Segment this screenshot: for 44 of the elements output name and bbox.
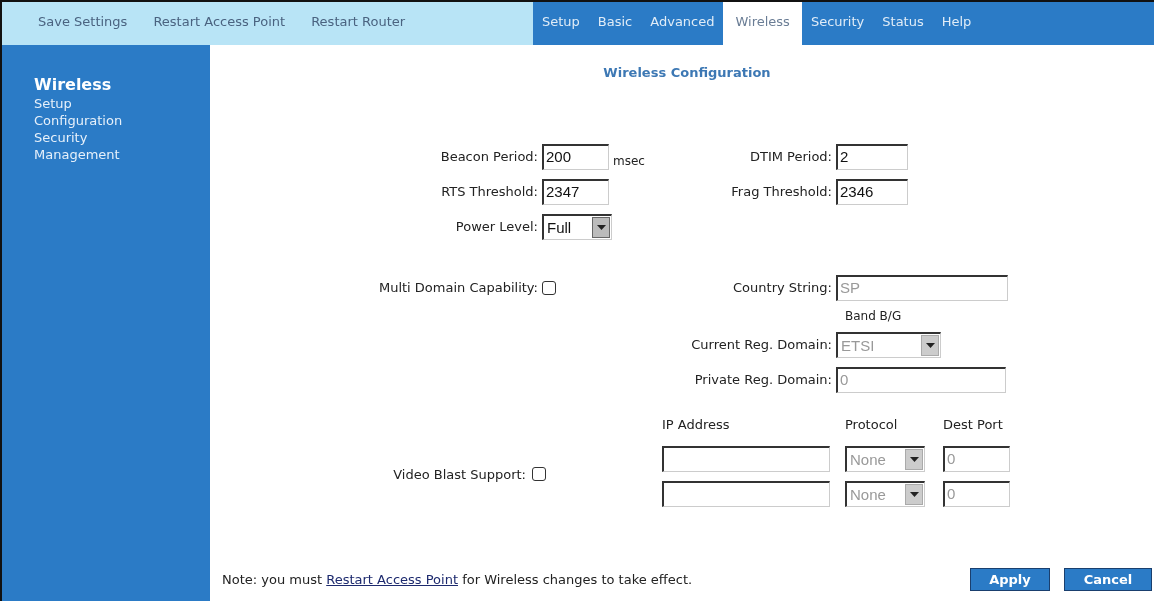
text-field[interactable]: [662, 481, 830, 507]
nav-link[interactable]: Restart Access Point: [145, 2, 304, 45]
field-label: Video Blast Support:: [393, 466, 526, 482]
sidebar-heading: Wireless: [34, 75, 113, 94]
dropdown[interactable]: Full: [542, 213, 612, 240]
field-label: Frag Threshold:: [731, 184, 832, 199]
sidebar-item[interactable]: Setup: [34, 95, 210, 112]
nav-tab[interactable]: Advanced: [641, 2, 724, 45]
field-label: Private Reg. Domain:: [694, 372, 832, 387]
field-label: RTS Threshold:: [441, 184, 538, 199]
cancel-button[interactable]: Cancel: [1064, 568, 1152, 591]
note-text: Note: you must Restart Access Point for Wireless changes to take effect.: [222, 572, 693, 587]
restart-link[interactable]: Restart Access Point: [326, 572, 458, 587]
unit-label: msec: [613, 153, 645, 168]
nav-link[interactable]: Restart Router: [303, 2, 424, 45]
text-field[interactable]: 2347: [542, 178, 609, 205]
band-label: Band B/G: [845, 309, 903, 325]
column-header: IP Address: [662, 417, 731, 434]
nav-tab[interactable]: Basic: [588, 2, 642, 45]
column-header: Dest Port: [943, 417, 1004, 434]
nav-tab[interactable]: Help: [932, 2, 981, 45]
field-label: DTIM Period:: [749, 149, 832, 164]
sidebar-item[interactable]: Management: [34, 146, 210, 163]
text-field[interactable]: 2346: [836, 178, 908, 205]
nav-link[interactable]: Save Settings: [30, 2, 146, 45]
page-title: Wireless Configuration: [603, 65, 771, 80]
field-label: Country String:: [733, 280, 832, 295]
nav-tab[interactable]: Status: [873, 2, 933, 45]
text-field[interactable]: 200: [542, 143, 609, 170]
nav-tab[interactable]: Wireless: [723, 2, 802, 45]
field-label: Power Level:: [455, 219, 538, 234]
field-label: Current Reg. Domain:: [691, 337, 832, 352]
field-label: Multi Domain Capability:: [378, 280, 538, 295]
text-field[interactable]: [662, 446, 830, 472]
sidebar-item[interactable]: Configuration: [34, 112, 210, 129]
nav-tab[interactable]: Security: [801, 2, 874, 45]
checkbox[interactable]: [542, 280, 556, 295]
sidebar-item[interactable]: Security: [34, 129, 210, 146]
column-header: Protocol: [845, 417, 899, 434]
checkbox[interactable]: [532, 467, 546, 481]
text-field[interactable]: 2: [836, 143, 908, 170]
nav-tab[interactable]: Setup: [533, 2, 589, 45]
apply-button[interactable]: Apply: [970, 568, 1050, 591]
field-label: Beacon Period:: [440, 149, 538, 164]
